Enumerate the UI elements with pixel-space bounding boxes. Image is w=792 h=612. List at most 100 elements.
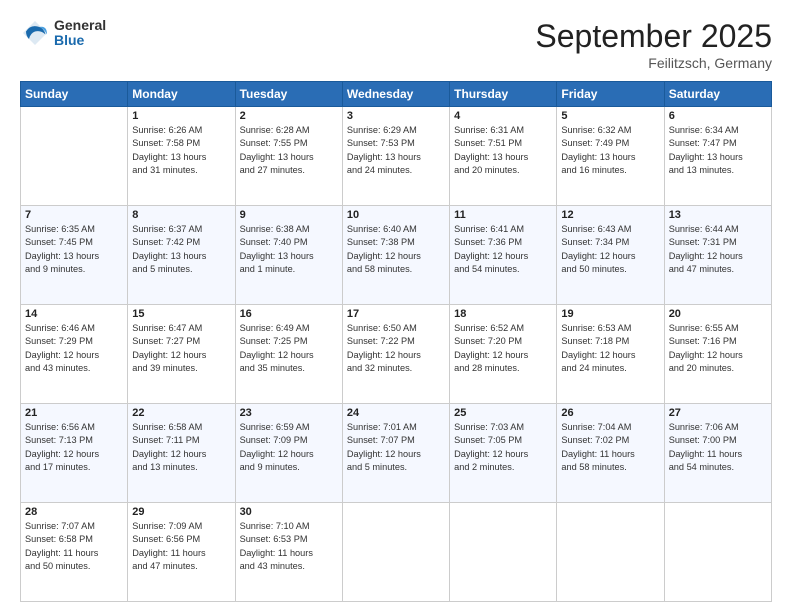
day-info: Sunrise: 6:53 AMSunset: 7:18 PMDaylight:…	[561, 322, 659, 375]
day-info: Sunrise: 6:50 AMSunset: 7:22 PMDaylight:…	[347, 322, 445, 375]
day-cell	[557, 503, 664, 602]
day-info: Sunrise: 6:38 AMSunset: 7:40 PMDaylight:…	[240, 223, 338, 276]
day-number: 3	[347, 110, 445, 122]
day-number: 30	[240, 506, 338, 518]
day-cell: 14Sunrise: 6:46 AMSunset: 7:29 PMDayligh…	[21, 305, 128, 404]
day-number: 5	[561, 110, 659, 122]
day-info: Sunrise: 6:34 AMSunset: 7:47 PMDaylight:…	[669, 124, 767, 177]
day-number: 12	[561, 209, 659, 221]
day-cell: 8Sunrise: 6:37 AMSunset: 7:42 PMDaylight…	[128, 206, 235, 305]
day-cell: 9 Sunrise: 6:38 AMSunset: 7:40 PMDaylight…	[235, 206, 342, 305]
day-number: 25	[454, 407, 552, 419]
day-number: 27	[669, 407, 767, 419]
header-wednesday: Wednesday	[342, 82, 449, 107]
day-cell: 27 Sunrise: 7:06 AMSunset: 7:00 PMDayligh…	[664, 404, 771, 503]
day-info: Sunrise: 6:28 AMSunset: 7:55 PMDaylight:…	[240, 124, 338, 177]
week-row-5: 28 Sunrise: 7:07 AMSunset: 6:58 PMDayligh…	[21, 503, 772, 602]
header-thursday: Thursday	[450, 82, 557, 107]
day-cell	[342, 503, 449, 602]
weekday-header-row: Sunday Monday Tuesday Wednesday Thursday…	[21, 82, 772, 107]
logo-icon	[20, 18, 50, 48]
day-info: Sunrise: 6:47 AMSunset: 7:27 PMDaylight:…	[132, 322, 230, 375]
day-cell: 13 Sunrise: 6:44 AMSunset: 7:31 PMDayligh…	[664, 206, 771, 305]
week-row-2: 7 Sunrise: 6:35 AMSunset: 7:45 PMDaylight…	[21, 206, 772, 305]
day-number: 2	[240, 110, 338, 122]
location-subtitle: Feilitzsch, Germany	[535, 55, 772, 71]
day-number: 11	[454, 209, 552, 221]
calendar-table: Sunday Monday Tuesday Wednesday Thursday…	[20, 81, 772, 602]
day-info: Sunrise: 6:31 AMSunset: 7:51 PMDaylight:…	[454, 124, 552, 177]
day-info: Sunrise: 6:55 AMSunset: 7:16 PMDaylight:…	[669, 322, 767, 375]
day-number: 15	[132, 308, 230, 320]
day-cell	[21, 107, 128, 206]
day-info: Sunrise: 6:56 AMSunset: 7:13 PMDaylight:…	[25, 421, 123, 474]
day-cell: 24 Sunrise: 7:01 AMSunset: 7:07 PMDayligh…	[342, 404, 449, 503]
day-info: Sunrise: 6:49 AMSunset: 7:25 PMDaylight:…	[240, 322, 338, 375]
day-info: Sunrise: 6:43 AMSunset: 7:34 PMDaylight:…	[561, 223, 659, 276]
day-info: Sunrise: 6:59 AMSunset: 7:09 PMDaylight:…	[240, 421, 338, 474]
logo-general: General	[54, 18, 106, 33]
day-number: 1	[132, 110, 230, 122]
day-info: Sunrise: 6:52 AMSunset: 7:20 PMDaylight:…	[454, 322, 552, 375]
day-number: 28	[25, 506, 123, 518]
day-info: Sunrise: 7:06 AMSunset: 7:00 PMDaylight:…	[669, 421, 767, 474]
logo: General Blue	[20, 18, 106, 49]
title-block: September 2025 Feilitzsch, Germany	[535, 18, 772, 71]
day-cell: 30Sunrise: 7:10 AMSunset: 6:53 PMDayligh…	[235, 503, 342, 602]
day-cell	[664, 503, 771, 602]
day-info: Sunrise: 6:40 AMSunset: 7:38 PMDaylight:…	[347, 223, 445, 276]
day-number: 19	[561, 308, 659, 320]
week-row-3: 14Sunrise: 6:46 AMSunset: 7:29 PMDayligh…	[21, 305, 772, 404]
day-cell: 5 Sunrise: 6:32 AMSunset: 7:49 PMDaylight…	[557, 107, 664, 206]
day-info: Sunrise: 7:04 AMSunset: 7:02 PMDaylight:…	[561, 421, 659, 474]
day-cell: 26Sunrise: 7:04 AMSunset: 7:02 PMDayligh…	[557, 404, 664, 503]
day-info: Sunrise: 6:29 AMSunset: 7:53 PMDaylight:…	[347, 124, 445, 177]
day-cell: 16 Sunrise: 6:49 AMSunset: 7:25 PMDayligh…	[235, 305, 342, 404]
day-number: 20	[669, 308, 767, 320]
day-number: 21	[25, 407, 123, 419]
day-number: 6	[669, 110, 767, 122]
day-cell: 11 Sunrise: 6:41 AMSunset: 7:36 PMDayligh…	[450, 206, 557, 305]
day-number: 8	[132, 209, 230, 221]
day-info: Sunrise: 6:41 AMSunset: 7:36 PMDaylight:…	[454, 223, 552, 276]
day-info: Sunrise: 7:03 AMSunset: 7:05 PMDaylight:…	[454, 421, 552, 474]
day-number: 4	[454, 110, 552, 122]
header-sunday: Sunday	[21, 82, 128, 107]
day-cell: 1Sunrise: 6:26 AMSunset: 7:58 PMDaylight…	[128, 107, 235, 206]
day-info: Sunrise: 6:32 AMSunset: 7:49 PMDaylight:…	[561, 124, 659, 177]
day-cell: 17 Sunrise: 6:50 AMSunset: 7:22 PMDayligh…	[342, 305, 449, 404]
day-cell: 22Sunrise: 6:58 AMSunset: 7:11 PMDayligh…	[128, 404, 235, 503]
header-monday: Monday	[128, 82, 235, 107]
day-number: 17	[347, 308, 445, 320]
day-number: 18	[454, 308, 552, 320]
day-cell: 2 Sunrise: 6:28 AMSunset: 7:55 PMDaylight…	[235, 107, 342, 206]
day-cell: 12 Sunrise: 6:43 AMSunset: 7:34 PMDayligh…	[557, 206, 664, 305]
day-number: 23	[240, 407, 338, 419]
day-cell: 21 Sunrise: 6:56 AMSunset: 7:13 PMDayligh…	[21, 404, 128, 503]
day-cell: 3 Sunrise: 6:29 AMSunset: 7:53 PMDaylight…	[342, 107, 449, 206]
day-cell: 4 Sunrise: 6:31 AMSunset: 7:51 PMDaylight…	[450, 107, 557, 206]
day-cell: 10Sunrise: 6:40 AMSunset: 7:38 PMDayligh…	[342, 206, 449, 305]
logo-blue: Blue	[54, 33, 106, 48]
day-number: 24	[347, 407, 445, 419]
day-cell	[450, 503, 557, 602]
day-number: 13	[669, 209, 767, 221]
day-cell: 15 Sunrise: 6:47 AMSunset: 7:27 PMDayligh…	[128, 305, 235, 404]
day-info: Sunrise: 6:35 AMSunset: 7:45 PMDaylight:…	[25, 223, 123, 276]
day-info: Sunrise: 7:09 AMSunset: 6:56 PMDaylight:…	[132, 520, 230, 573]
day-cell: 20 Sunrise: 6:55 AMSunset: 7:16 PMDayligh…	[664, 305, 771, 404]
week-row-4: 21 Sunrise: 6:56 AMSunset: 7:13 PMDayligh…	[21, 404, 772, 503]
day-cell: 25 Sunrise: 7:03 AMSunset: 7:05 PMDayligh…	[450, 404, 557, 503]
day-cell: 29Sunrise: 7:09 AMSunset: 6:56 PMDayligh…	[128, 503, 235, 602]
page-header: General Blue September 2025 Feilitzsch, …	[20, 18, 772, 71]
day-number: 9	[240, 209, 338, 221]
day-number: 7	[25, 209, 123, 221]
header-tuesday: Tuesday	[235, 82, 342, 107]
day-info: Sunrise: 7:01 AMSunset: 7:07 PMDaylight:…	[347, 421, 445, 474]
day-number: 16	[240, 308, 338, 320]
day-info: Sunrise: 7:07 AMSunset: 6:58 PMDaylight:…	[25, 520, 123, 573]
day-number: 22	[132, 407, 230, 419]
day-info: Sunrise: 6:44 AMSunset: 7:31 PMDaylight:…	[669, 223, 767, 276]
day-number: 14	[25, 308, 123, 320]
day-cell: 7 Sunrise: 6:35 AMSunset: 7:45 PMDaylight…	[21, 206, 128, 305]
